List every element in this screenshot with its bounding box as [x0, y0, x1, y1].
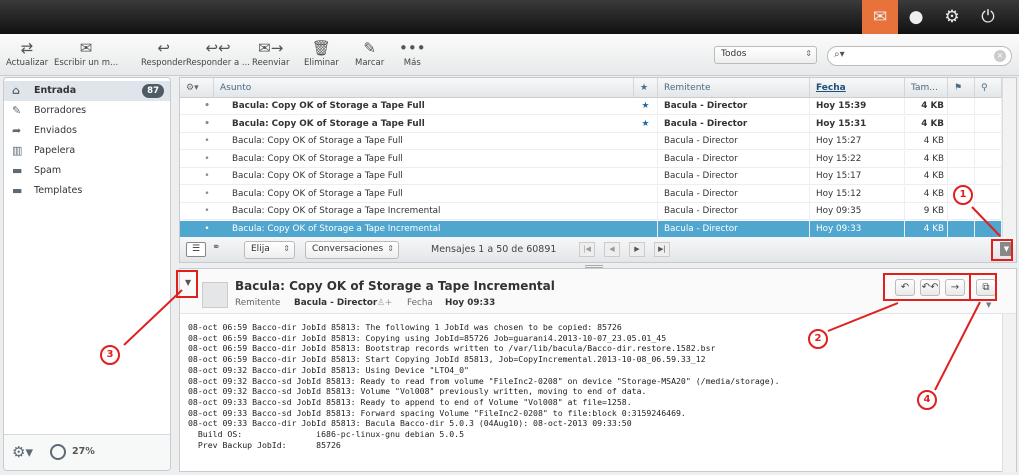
callout-2: 2 — [808, 329, 828, 349]
annotation-arrows — [123, 206, 1001, 391]
callout-4: 4 — [917, 390, 937, 410]
callout-3: 3 — [100, 345, 120, 365]
callout-1: 1 — [953, 185, 973, 205]
